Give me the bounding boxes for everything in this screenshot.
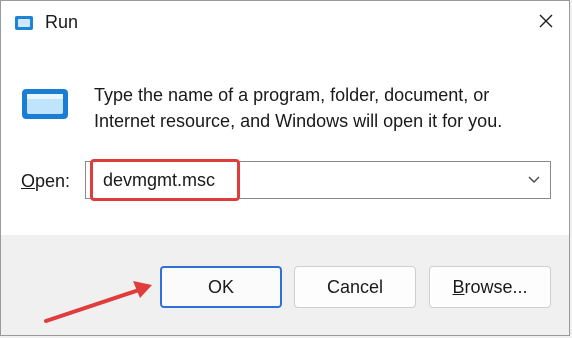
browse-button[interactable]: Browse... [429, 266, 551, 308]
open-combobox[interactable] [85, 161, 551, 199]
open-input[interactable] [86, 162, 516, 198]
chevron-down-icon[interactable] [524, 171, 544, 189]
dialog-description: Type the name of a program, folder, docu… [94, 85, 503, 131]
close-button[interactable] [523, 1, 569, 45]
run-icon [19, 85, 71, 123]
cancel-button[interactable]: Cancel [294, 266, 416, 308]
run-icon [14, 14, 34, 32]
ok-button[interactable]: OK [160, 266, 282, 308]
title-bar[interactable]: Run [1, 1, 569, 47]
open-label: Open: [21, 171, 71, 191]
close-icon [539, 14, 553, 33]
run-dialog: Run Type the name of a program, folder, … [0, 0, 570, 336]
window-title: Run [45, 12, 79, 32]
